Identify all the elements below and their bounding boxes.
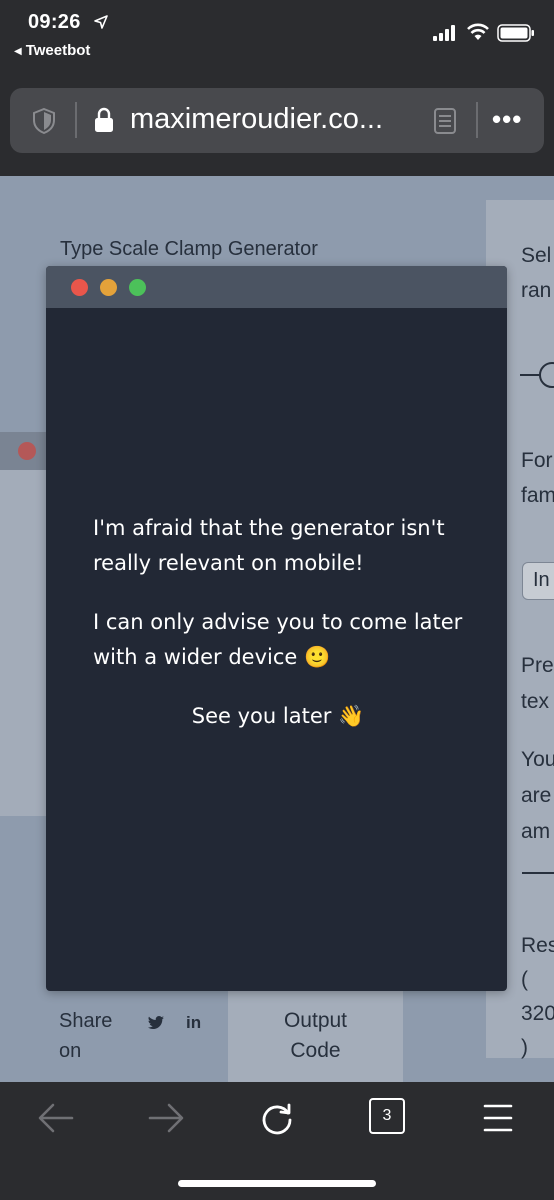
right-text: For bbox=[521, 449, 553, 472]
right-text: ran bbox=[521, 279, 552, 302]
preview-window bbox=[0, 432, 48, 816]
output-code-panel: Output Code bbox=[228, 976, 403, 1082]
output-code-line1: Output bbox=[283, 1009, 348, 1032]
right-text: am bbox=[521, 820, 551, 843]
output-code-label[interactable]: Output Code bbox=[228, 1006, 403, 1066]
share-label: Share on bbox=[59, 1006, 112, 1066]
modal-farewell: See you later 👋 bbox=[191, 704, 365, 728]
url-separator bbox=[75, 102, 77, 138]
right-text: are bbox=[521, 784, 552, 807]
modal-message-line: I can only advise you to come later with… bbox=[93, 610, 463, 669]
right-text: 320 bbox=[521, 1002, 554, 1025]
forward-icon[interactable] bbox=[146, 1100, 186, 1136]
reader-icon[interactable] bbox=[434, 108, 456, 134]
reload-icon[interactable] bbox=[257, 1100, 297, 1136]
share-label-line2: on bbox=[59, 1040, 82, 1062]
close-dot-icon bbox=[71, 279, 88, 296]
right-text: fam bbox=[521, 484, 554, 507]
right-text: Res bbox=[521, 934, 554, 957]
browser-top-chrome: 09:26 ◀ Tweetbot maximeroudier.co... ••• bbox=[0, 0, 554, 176]
menu-icon[interactable] bbox=[478, 1100, 518, 1136]
url-bar[interactable]: maximeroudier.co... ••• bbox=[10, 88, 544, 153]
battery-icon bbox=[497, 24, 534, 42]
output-code-line2: Code bbox=[290, 1039, 341, 1062]
linkedin-icon[interactable]: in bbox=[186, 1013, 201, 1033]
right-text: ( bbox=[521, 968, 528, 991]
browser-bottom-toolbar: 3 bbox=[0, 1082, 554, 1200]
right-text: Sel bbox=[521, 244, 552, 267]
url-text[interactable]: maximeroudier.co... bbox=[130, 103, 383, 136]
mobile-warning-modal: I'm afraid that the generator isn't real… bbox=[46, 266, 507, 991]
location-arrow-icon bbox=[94, 15, 108, 29]
modal-title-bar bbox=[46, 266, 507, 308]
status-time: 09:26 bbox=[28, 11, 81, 33]
wifi-icon bbox=[467, 23, 489, 40]
signal-icon bbox=[433, 25, 455, 41]
home-indicator[interactable] bbox=[178, 1180, 376, 1187]
share-label-line1: Share bbox=[59, 1010, 113, 1032]
right-text: tex bbox=[521, 690, 550, 713]
back-to-app-link[interactable]: ◀ Tweetbot bbox=[14, 42, 90, 59]
twitter-icon[interactable] bbox=[148, 1016, 164, 1030]
lock-icon bbox=[95, 107, 113, 132]
back-app-label: Tweetbot bbox=[25, 42, 91, 59]
minimize-dot-icon bbox=[100, 279, 117, 296]
right-text: You bbox=[521, 748, 554, 771]
right-text: ) bbox=[521, 1036, 528, 1059]
url-separator-right bbox=[476, 102, 478, 138]
maximize-dot-icon bbox=[129, 279, 146, 296]
range-slider[interactable] bbox=[520, 360, 554, 390]
page-title: Type Scale Clamp Generator bbox=[60, 238, 318, 260]
input-underline bbox=[522, 872, 554, 874]
back-triangle-icon: ◀ bbox=[14, 46, 22, 57]
back-icon[interactable] bbox=[36, 1100, 76, 1136]
shield-icon[interactable] bbox=[32, 108, 56, 134]
more-icon[interactable]: ••• bbox=[492, 104, 522, 135]
font-family-select[interactable]: In bbox=[522, 562, 554, 600]
modal-message-line: I'm afraid that the generator isn't real… bbox=[93, 516, 445, 575]
modal-message: I'm afraid that the generator isn't real… bbox=[93, 511, 483, 758]
preview-window-bar bbox=[0, 432, 48, 470]
tabs-button[interactable]: 3 bbox=[369, 1098, 405, 1134]
right-text: Pre bbox=[521, 654, 554, 677]
preview-close-dot bbox=[18, 442, 36, 460]
